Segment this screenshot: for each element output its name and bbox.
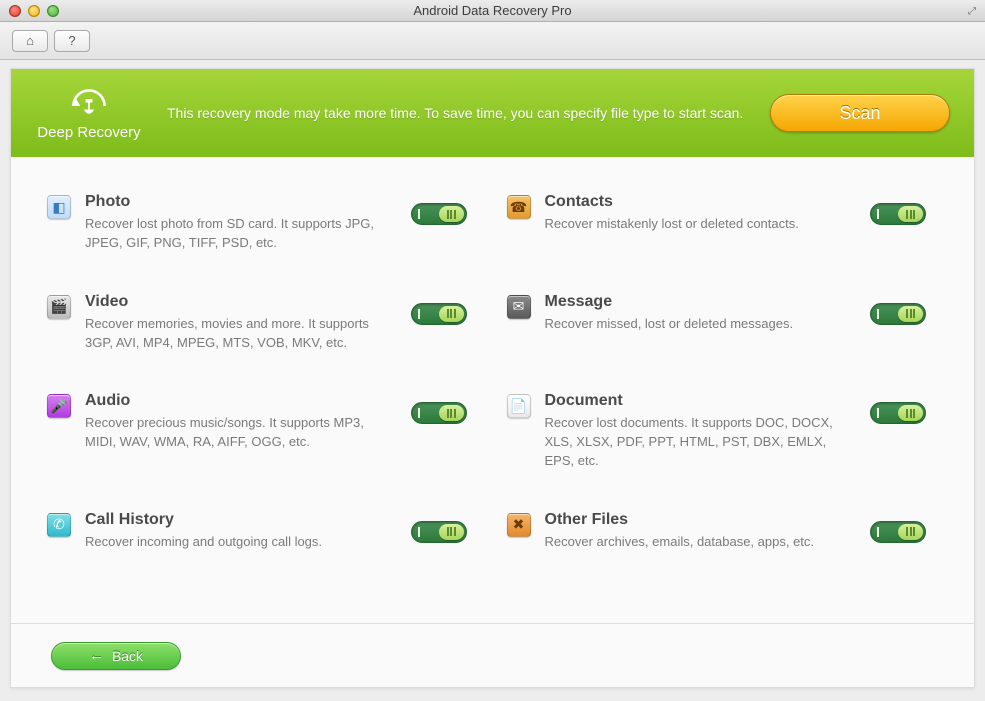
toggle-message[interactable]	[870, 303, 926, 325]
category-title: Call History	[85, 511, 387, 529]
category-title: Video	[85, 293, 387, 311]
toggle-knob	[439, 306, 464, 322]
banner: Deep Recovery This recovery mode may tak…	[11, 69, 974, 157]
toggle-audio[interactable]	[411, 402, 467, 424]
toggle-knob	[439, 206, 464, 222]
category-audio: 🎤 Audio Recover precious music/songs. It s…	[47, 392, 467, 471]
window-title: Android Data Recovery Pro	[0, 3, 985, 18]
toolbar: ⌂ ?	[0, 22, 985, 60]
category-title: Contacts	[545, 193, 847, 211]
category-body: Message Recover missed, lost or deleted m…	[545, 293, 857, 334]
deep-recovery-label: Deep Recovery	[37, 124, 140, 141]
category-body: Photo Recover lost photo from SD card. It…	[85, 193, 397, 253]
category-title: Photo	[85, 193, 387, 211]
audio-icon: 🎤	[47, 394, 71, 418]
category-description: Recover memories, movies and more. It su…	[85, 315, 387, 353]
toggle-knob	[898, 206, 923, 222]
toggle-knob	[439, 405, 464, 421]
photo-icon: ◧	[47, 195, 71, 219]
toggle-other[interactable]	[870, 521, 926, 543]
category-description: Recover mistakenly lost or deleted conta…	[545, 215, 847, 234]
category-body: Call History Recover incoming and outgoin…	[85, 511, 397, 552]
category-body: Video Recover memories, movies and more. …	[85, 293, 397, 353]
category-body: Contacts Recover mistakenly lost or delet…	[545, 193, 857, 234]
scan-button-label: Scan	[839, 103, 880, 124]
category-message: ✉ Message Recover missed, lost or deleted …	[507, 293, 927, 353]
main-panel: Deep Recovery This recovery mode may tak…	[10, 68, 975, 688]
category-body: Audio Recover precious music/songs. It su…	[85, 392, 397, 452]
category-title: Audio	[85, 392, 387, 410]
toggle-knob	[898, 405, 923, 421]
deep-recovery-badge: Deep Recovery	[19, 86, 159, 141]
home-button[interactable]: ⌂	[12, 30, 48, 52]
category-document: 📄 Document Recover lost documents. It supp…	[507, 392, 927, 471]
toggle-knob	[898, 306, 923, 322]
toggle-contacts[interactable]	[870, 203, 926, 225]
category-photo: ◧ Photo Recover lost photo from SD card. I…	[47, 193, 467, 253]
home-icon: ⌂	[26, 33, 34, 48]
category-description: Recover incoming and outgoing call logs.	[85, 533, 387, 552]
deep-recovery-icon	[63, 86, 115, 126]
back-button-label: Back	[112, 648, 143, 664]
category-title: Document	[545, 392, 847, 410]
help-button[interactable]: ?	[54, 30, 90, 52]
toggle-document[interactable]	[870, 402, 926, 424]
titlebar: Android Data Recovery Pro ⤢	[0, 0, 985, 22]
toggle-video[interactable]	[411, 303, 467, 325]
help-icon: ?	[68, 33, 75, 48]
category-description: Recover lost documents. It supports DOC,…	[545, 414, 847, 471]
category-other: ✖ Other Files Recover archives, emails, da…	[507, 511, 927, 552]
category-title: Message	[545, 293, 847, 311]
category-description: Recover missed, lost or deleted messages…	[545, 315, 847, 334]
category-video: 🎬 Video Recover memories, movies and more.…	[47, 293, 467, 353]
category-contacts: ☎ Contacts Recover mistakenly lost or dele…	[507, 193, 927, 253]
category-body: Document Recover lost documents. It suppo…	[545, 392, 857, 471]
category-description: Recover precious music/songs. It support…	[85, 414, 387, 452]
document-icon: 📄	[507, 394, 531, 418]
category-description: Recover lost photo from SD card. It supp…	[85, 215, 387, 253]
toggle-knob	[898, 524, 923, 540]
toggle-callhistory[interactable]	[411, 521, 467, 543]
message-icon: ✉	[507, 295, 531, 319]
toggle-knob	[439, 524, 464, 540]
category-grid: ◧ Photo Recover lost photo from SD card. I…	[11, 157, 974, 623]
category-callhistory: ✆ Call History Recover incoming and outgoi…	[47, 511, 467, 552]
category-description: Recover archives, emails, database, apps…	[545, 533, 847, 552]
other-files-icon: ✖	[507, 513, 531, 537]
call-history-icon: ✆	[47, 513, 71, 537]
contacts-icon: ☎	[507, 195, 531, 219]
back-arrow-icon: ←	[89, 647, 104, 664]
footer: ← Back	[11, 623, 974, 687]
category-title: Other Files	[545, 511, 847, 529]
fullscreen-icon[interactable]: ⤢	[965, 4, 979, 18]
banner-message: This recovery mode may take more time. T…	[159, 105, 770, 121]
scan-button[interactable]: Scan	[770, 94, 950, 132]
back-button[interactable]: ← Back	[51, 642, 181, 670]
category-body: Other Files Recover archives, emails, dat…	[545, 511, 857, 552]
toggle-photo[interactable]	[411, 203, 467, 225]
video-icon: 🎬	[47, 295, 71, 319]
